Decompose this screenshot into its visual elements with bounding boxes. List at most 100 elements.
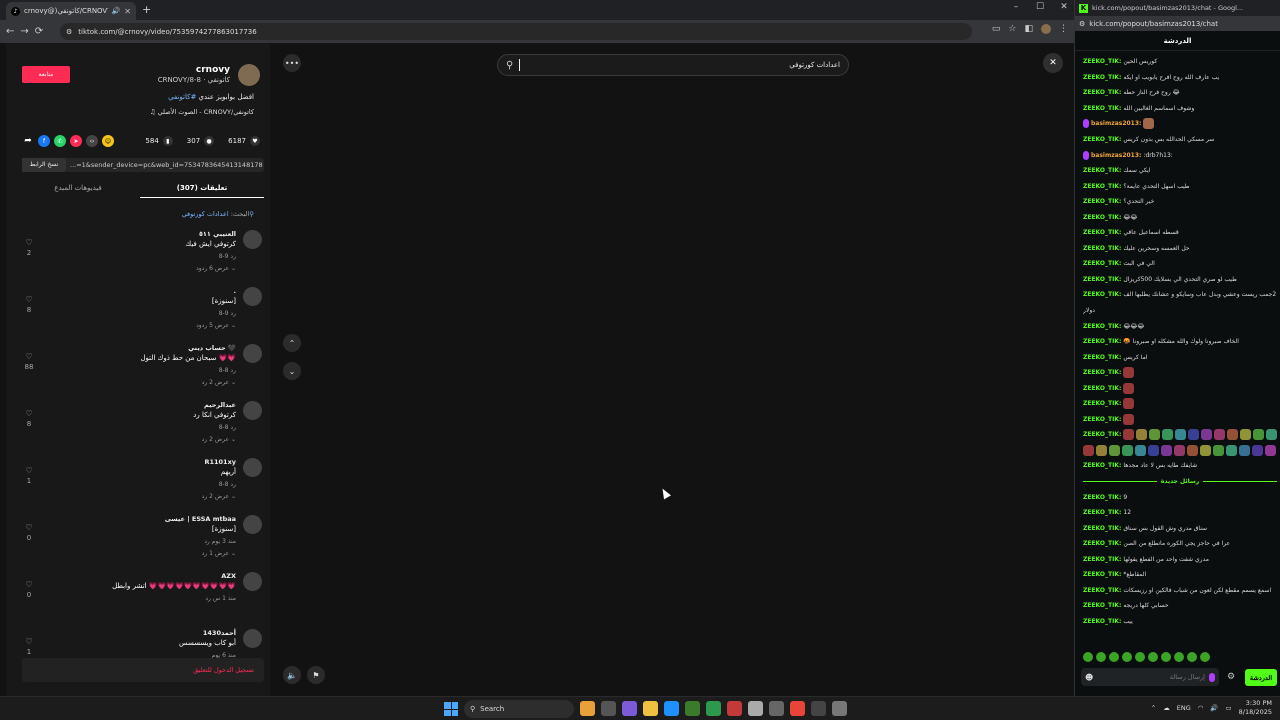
app3-icon[interactable] <box>832 701 847 716</box>
heart-icon[interactable]: ♡ <box>22 637 36 646</box>
heart-icon[interactable]: ♡ <box>22 580 36 589</box>
quick-emote-icon[interactable] <box>1161 652 1171 662</box>
video-link-text[interactable]: ...=1&sender_device=pc&web_id=7534783645… <box>66 161 264 169</box>
chat-username[interactable]: ZEEKO_TIK: <box>1083 571 1121 578</box>
commenter-name[interactable]: . <box>234 287 236 295</box>
commenter-avatar[interactable] <box>243 401 262 420</box>
extensions-icon[interactable]: ◧ <box>1024 24 1033 34</box>
chat-username[interactable]: ZEEKO_TIK: <box>1083 385 1121 392</box>
heart-icon[interactable]: ♡ <box>22 295 36 304</box>
author-name[interactable]: crnovy <box>196 65 230 75</box>
app-icon[interactable] <box>727 701 742 716</box>
new-tab-button[interactable]: + <box>142 3 151 16</box>
heart-icon[interactable]: ♡ <box>22 238 36 247</box>
chat-username[interactable]: ZEEKO_TIK: <box>1083 198 1121 205</box>
chat-username[interactable]: ZEEKO_TIK: <box>1083 260 1121 267</box>
copilot-icon[interactable] <box>622 701 637 716</box>
chat-username[interactable]: ZEEKO_TIK: <box>1083 494 1121 501</box>
comment-meta[interactable]: 8-9 رد <box>219 253 236 260</box>
windows-start-icon[interactable] <box>444 702 458 716</box>
comment-meta[interactable]: 8-8 رد <box>219 481 236 488</box>
chat-input[interactable] <box>1097 673 1205 681</box>
heart-icon[interactable]: ♡ <box>22 523 36 532</box>
xbox-icon[interactable] <box>706 701 721 716</box>
terminal-icon[interactable] <box>811 701 826 716</box>
search-hint-link[interactable]: اعدادات كورتوفي <box>182 210 229 218</box>
reload-icon[interactable]: ⟳ <box>35 26 43 37</box>
comment-meta[interactable]: 8-8 رد <box>219 424 236 431</box>
facebook-icon[interactable]: f <box>38 135 50 147</box>
search-input[interactable] <box>526 61 840 69</box>
comment-like[interactable]: ♡ 88 <box>22 352 36 371</box>
commenter-name[interactable]: أحمد1430 <box>203 629 236 637</box>
chat-username[interactable]: ZEEKO_TIK: <box>1083 618 1121 625</box>
file-explorer-icon[interactable] <box>643 701 658 716</box>
back-arrow-icon[interactable]: ← <box>6 26 14 37</box>
quick-emote-icon[interactable] <box>1135 652 1145 662</box>
quick-emote-icon[interactable] <box>1096 652 1106 662</box>
commenter-avatar[interactable] <box>243 572 262 591</box>
view-replies[interactable]: عرض 6 ردود ⌄ <box>196 265 236 272</box>
chat-username[interactable]: ZEEKO_TIK: <box>1083 229 1121 236</box>
comment-meta[interactable]: منذ 3 يوم رد <box>204 538 236 545</box>
comment-like[interactable]: ♡ 1 <box>22 466 36 485</box>
chat-send-button[interactable]: الدردشة <box>1245 669 1277 686</box>
chat-username[interactable]: ZEEKO_TIK: <box>1083 105 1121 112</box>
chevron-up-icon[interactable]: ⌃ <box>1151 704 1156 712</box>
heart-icon[interactable]: ♥ <box>250 136 260 146</box>
whatsapp-icon[interactable]: ✆ <box>54 135 66 147</box>
widget-icon[interactable] <box>580 701 595 716</box>
site-info-icon[interactable]: ⚙ <box>66 28 72 36</box>
chat-username[interactable]: basimzas2013: <box>1091 152 1141 159</box>
close-video-icon[interactable]: ✕ <box>1043 53 1063 73</box>
commenter-avatar[interactable] <box>243 515 262 534</box>
maximize-icon[interactable]: ☐ <box>1028 2 1052 12</box>
tab-creator-videos[interactable]: فيديوهات المبدع <box>16 182 140 198</box>
chrome-icon[interactable] <box>790 701 805 716</box>
heart-icon[interactable]: ♡ <box>22 352 36 361</box>
url-bar[interactable]: ⚙ tiktok.com/@crnovy/video/7535974277863… <box>60 23 972 40</box>
heart-icon[interactable]: ♡ <box>22 409 36 418</box>
chat-username[interactable]: ZEEKO_TIK: <box>1083 462 1121 469</box>
view-replies[interactable]: عرض 2 رد ⌄ <box>202 379 236 386</box>
chat-username[interactable]: ZEEKO_TIK: <box>1083 525 1121 532</box>
kick-address-bar[interactable]: ⚙ kick.com/popout/basimzas2013/chat <box>1075 16 1280 31</box>
site-info-icon[interactable]: ⚙ <box>1079 20 1085 28</box>
comment-meta[interactable]: منذ 1 س رد <box>205 595 236 602</box>
minimize-icon[interactable]: – <box>1004 2 1028 12</box>
comment-like[interactable]: ♡ 2 <box>22 238 36 257</box>
cloud-icon[interactable]: ☁ <box>1163 704 1170 712</box>
commenter-name[interactable]: عيسى | ESSA mtbaa <box>165 515 236 523</box>
tab-comments[interactable]: (307) تعليقات <box>140 182 264 198</box>
commenter-name[interactable]: R1101xy <box>204 458 236 466</box>
chat-username[interactable]: ZEEKO_TIK: <box>1083 291 1121 298</box>
lang-indicator[interactable]: ENG <box>1177 704 1191 712</box>
shield-icon[interactable] <box>748 701 763 716</box>
chat-username[interactable]: ZEEKO_TIK: <box>1083 540 1121 547</box>
friends-icon[interactable]: ☺ <box>102 135 114 147</box>
commenter-name[interactable]: العتيبي ٥١١ <box>199 230 236 238</box>
edge-icon[interactable] <box>664 701 679 716</box>
quick-emote-icon[interactable] <box>1083 652 1093 662</box>
chat-username[interactable]: ZEEKO_TIK: <box>1083 183 1121 190</box>
volume-icon[interactable]: 🔈 <box>283 666 301 684</box>
quick-emote-icon[interactable] <box>1187 652 1197 662</box>
commenter-avatar[interactable] <box>243 629 262 648</box>
chat-username[interactable]: ZEEKO_TIK: <box>1083 556 1121 563</box>
send-icon[interactable]: ➤ <box>70 135 82 147</box>
search-icon[interactable]: ⚲ <box>506 60 513 71</box>
comment-like[interactable]: ♡ 1 <box>22 637 36 656</box>
commenter-name[interactable]: عبدالرحيم <box>204 401 236 409</box>
comment-like[interactable]: ♡ 8 <box>22 409 36 428</box>
chevron-down-icon[interactable]: ⌄ <box>283 362 301 380</box>
chat-username[interactable]: basimzas2013: <box>1091 120 1141 127</box>
comment-like[interactable]: ♡ 0 <box>22 580 36 599</box>
author-avatar[interactable] <box>238 64 260 86</box>
chat-username[interactable]: ZEEKO_TIK: <box>1083 509 1121 516</box>
chat-username[interactable]: ZEEKO_TIK: <box>1083 416 1121 423</box>
embed-icon[interactable]: ‹› <box>86 135 98 147</box>
login-to-comment[interactable]: تسجيل الدخول للتعليق <box>22 658 264 682</box>
chat-username[interactable]: ZEEKO_TIK: <box>1083 431 1121 438</box>
chat-username[interactable]: ZEEKO_TIK: <box>1083 338 1121 345</box>
minecraft-icon[interactable] <box>685 701 700 716</box>
